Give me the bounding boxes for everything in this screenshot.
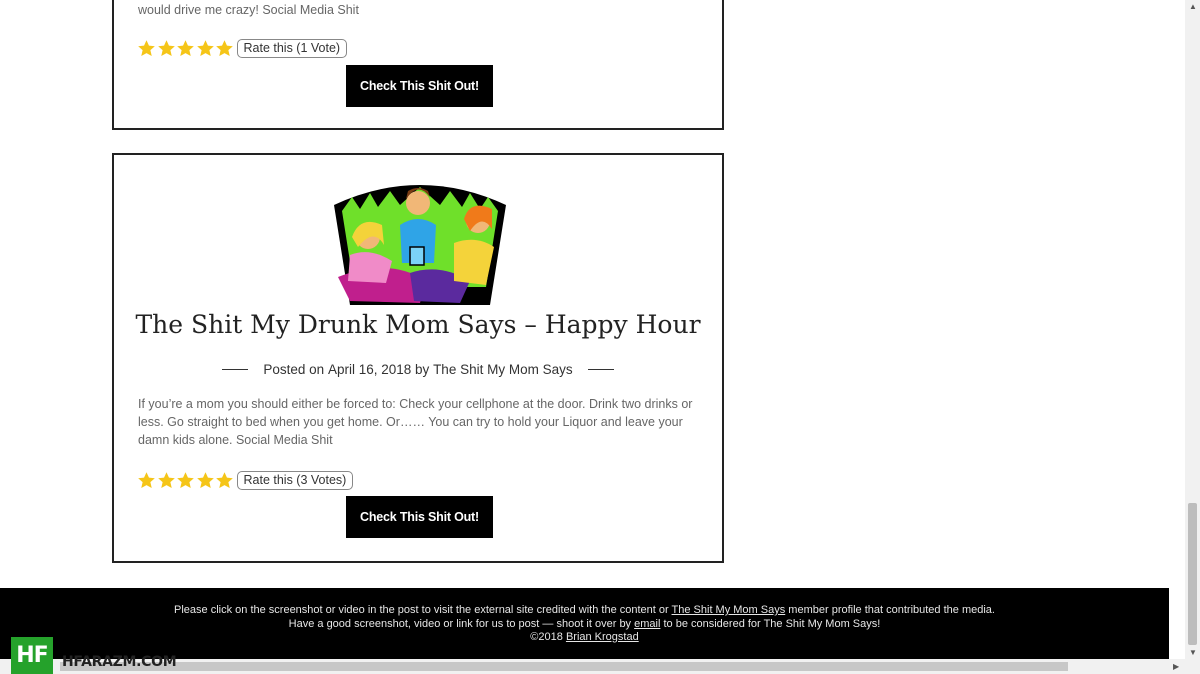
star-icon[interactable] bbox=[137, 39, 156, 58]
watermark-logo-badge: HF bbox=[11, 637, 53, 674]
meta-divider-left bbox=[222, 369, 249, 370]
star-icon[interactable] bbox=[176, 471, 195, 490]
star-icon[interactable] bbox=[176, 39, 195, 58]
post-card-1: would drive me crazy! Social Media Shit … bbox=[112, 0, 724, 130]
copyright-text: ©2018 bbox=[530, 631, 563, 643]
vertical-scrollbar[interactable]: ▲ ▼ bbox=[1185, 0, 1200, 674]
footer-text: to be considered for The Shit My Mom Say… bbox=[663, 617, 881, 630]
member-profile-link[interactable]: The Shit My Mom Says bbox=[672, 604, 786, 616]
by-label: by bbox=[415, 362, 430, 377]
star-icon[interactable] bbox=[157, 39, 176, 58]
post-thumbnail-image[interactable] bbox=[330, 177, 510, 307]
horizontal-scrollbar[interactable]: ▶ bbox=[0, 659, 1185, 674]
star-icon[interactable] bbox=[215, 39, 234, 58]
scroll-right-arrow-icon[interactable]: ▶ bbox=[1173, 662, 1179, 671]
check-it-out-button[interactable]: Check This Shit Out! bbox=[346, 496, 493, 538]
check-it-out-button[interactable]: Check This Shit Out! bbox=[346, 65, 493, 107]
post-date-link[interactable]: April 16, 2018 bbox=[328, 362, 411, 377]
post-meta: Posted on April 16, 2018 by The Shit My … bbox=[114, 362, 722, 377]
scroll-up-arrow-icon[interactable]: ▲ bbox=[1189, 2, 1197, 11]
post-title[interactable]: The Shit My Drunk Mom Says – Happy Hour bbox=[114, 310, 722, 339]
star-icon[interactable] bbox=[196, 39, 215, 58]
post-excerpt: If you’re a mom you should either be for… bbox=[138, 397, 693, 447]
watermark-text: HFARAZM.COM bbox=[62, 654, 177, 670]
post-card-2: The Shit My Drunk Mom Says – Happy Hour … bbox=[112, 153, 724, 563]
post-excerpt: would drive me crazy! Social Media Shit bbox=[138, 3, 359, 17]
footer-line-3: ©2018 Brian Krogstad bbox=[0, 631, 1169, 645]
footer-text: Please click on the screenshot or video … bbox=[174, 604, 669, 616]
star-icon[interactable] bbox=[215, 471, 234, 490]
rating-count: Rate this (3 Votes) bbox=[236, 470, 354, 490]
star-icon[interactable] bbox=[137, 471, 156, 490]
star-rating[interactable]: Rate this (3 Votes) bbox=[137, 470, 354, 490]
post-author-link[interactable]: The Shit My Mom Says bbox=[433, 362, 573, 377]
email-link[interactable]: email bbox=[634, 618, 660, 630]
horizontal-scroll-thumb[interactable] bbox=[60, 662, 1068, 671]
site-footer: Please click on the screenshot or video … bbox=[0, 588, 1169, 660]
star-rating[interactable]: Rate this (1 Vote) bbox=[137, 38, 348, 58]
vertical-scroll-thumb[interactable] bbox=[1188, 503, 1197, 645]
rating-count: Rate this (1 Vote) bbox=[236, 38, 348, 58]
footer-line-2: Have a good screenshot, video or link fo… bbox=[0, 618, 1169, 632]
footer-text: member profile that contributed the medi… bbox=[788, 604, 995, 616]
author-site-link[interactable]: Brian Krogstad bbox=[566, 631, 639, 643]
footer-text: Have a good screenshot, video or link fo… bbox=[288, 617, 632, 630]
star-icon[interactable] bbox=[196, 471, 215, 490]
star-icon[interactable] bbox=[157, 471, 176, 490]
meta-divider-right bbox=[587, 369, 614, 370]
footer-line-1: Please click on the screenshot or video … bbox=[0, 604, 1169, 618]
posted-on-label: Posted on bbox=[263, 362, 325, 377]
scroll-down-arrow-icon[interactable]: ▼ bbox=[1189, 648, 1197, 657]
